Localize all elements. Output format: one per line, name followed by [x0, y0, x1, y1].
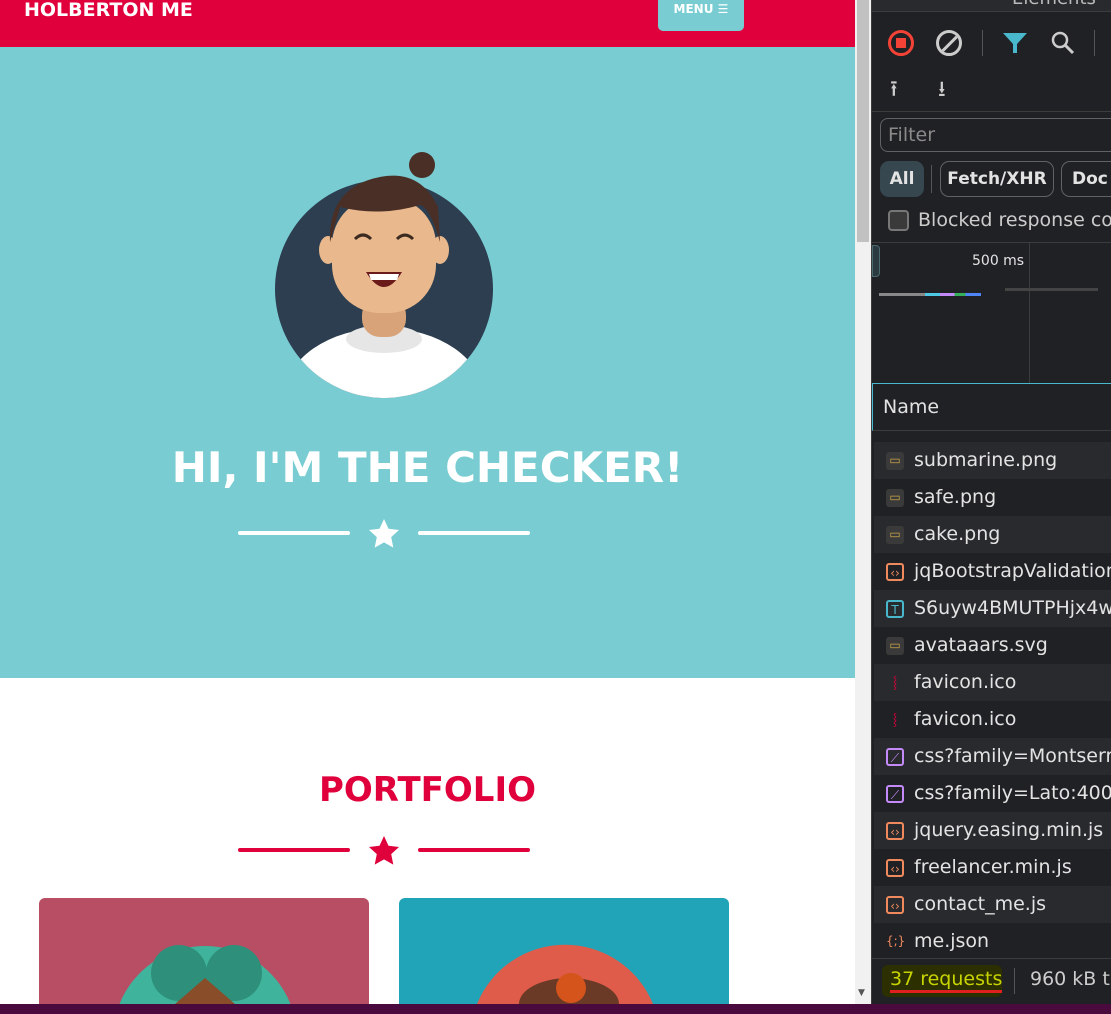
- hero-section: HI, I'M THE CHECKER!: [0, 47, 855, 678]
- request-row[interactable]: ▭ cake.png: [874, 516, 1111, 553]
- portfolio-heading: PORTFOLIO: [318, 770, 536, 810]
- script-icon: ‹›: [886, 859, 904, 877]
- request-row[interactable]: ▭ safe.png: [874, 479, 1111, 516]
- request-name: me.json: [914, 930, 990, 952]
- request-list: ▭ submarine.png ▭ safe.png ▭ cake.png ‹› jqBoot…: [872, 431, 1111, 958]
- request-name: submarine.png: [914, 449, 1058, 471]
- request-row[interactable]: ‹› freelancer.min.js: [874, 849, 1111, 886]
- filter-doc[interactable]: Doc: [1061, 161, 1111, 197]
- filter-icon[interactable]: [1002, 31, 1028, 55]
- portfolio-divider: [238, 835, 530, 865]
- webpage: HOLBERTON ME MENU ☰ HI, I'M THE CHECKER!…: [0, 0, 855, 1004]
- devtools-network-panel: Elements ⭱ ⭳ Filter All Fetch/XHR Doc Bl…: [871, 0, 1111, 1004]
- request-name: favicon.ico: [914, 671, 1017, 693]
- cabin-image: [119, 945, 291, 1004]
- filter-fetch-xhr[interactable]: Fetch/XHR: [940, 161, 1054, 197]
- brand-link[interactable]: HOLBERTON ME: [24, 0, 193, 21]
- filter-all[interactable]: All: [880, 161, 924, 197]
- page-scrollbar[interactable]: ▼: [855, 0, 871, 1004]
- script-icon: ‹›: [886, 896, 904, 914]
- request-name: S6uyw4BMUTPHjx4wX: [914, 597, 1111, 619]
- request-row[interactable]: ▭ submarine.png: [874, 442, 1111, 479]
- favicon-icon: ⸾: [892, 675, 898, 689]
- cake-image: [477, 944, 653, 1004]
- request-row[interactable]: ⸾ favicon.ico: [874, 664, 1111, 701]
- request-row[interactable]: ▭ avataaars.svg: [874, 627, 1111, 664]
- timeline-overview[interactable]: 500 ms: [872, 243, 1111, 383]
- filter-input[interactable]: Filter: [880, 118, 1111, 152]
- hero-divider: [238, 518, 530, 548]
- hamburger-icon: ☰: [717, 2, 729, 16]
- scrollbar-thumb[interactable]: [857, 0, 869, 242]
- tab-elements[interactable]: Elements: [1012, 0, 1096, 9]
- blocked-checkbox[interactable]: [888, 210, 909, 231]
- request-name: cake.png: [914, 523, 1001, 545]
- avatar: [275, 152, 493, 398]
- import-har-icon[interactable]: ⭱: [890, 72, 898, 110]
- menu-button[interactable]: MENU ☰: [658, 0, 744, 31]
- font-icon: T: [886, 600, 904, 618]
- scroll-down-arrow-icon[interactable]: ▼: [858, 988, 865, 998]
- request-name: favicon.ico: [914, 708, 1017, 730]
- request-row[interactable]: ⟋ css?family=Lato:400,7: [874, 775, 1111, 812]
- favicon-icon: ⸾: [892, 712, 898, 726]
- transferred-size: 960 kB tr: [1030, 968, 1111, 990]
- request-name: avataaars.svg: [914, 634, 1048, 656]
- image-icon: ▭: [886, 637, 904, 655]
- search-icon[interactable]: [1050, 30, 1076, 56]
- json-icon: {;}: [886, 934, 906, 948]
- export-har-icon[interactable]: ⭳: [938, 72, 946, 110]
- portfolio-card-cabin[interactable]: [39, 898, 369, 1004]
- blocked-label: Blocked response coo: [918, 209, 1111, 231]
- timeline-label: 500 ms: [972, 253, 1025, 269]
- request-row[interactable]: ‹› jqBootstrapValidation: [874, 553, 1111, 590]
- request-name: safe.png: [914, 486, 997, 508]
- request-row[interactable]: T S6uyw4BMUTPHjx4wX: [874, 590, 1111, 627]
- request-row[interactable]: {;} me.json: [874, 923, 1111, 958]
- navbar: HOLBERTON ME MENU ☰: [0, 0, 855, 47]
- request-name: freelancer.min.js: [914, 856, 1072, 878]
- hero-title: HI, I'M THE CHECKER!: [171, 443, 684, 492]
- request-name: css?family=Lato:400,7: [914, 782, 1111, 804]
- request-row[interactable]: ‹› contact_me.js: [874, 886, 1111, 923]
- star-icon: [369, 836, 399, 865]
- request-row[interactable]: ⟋ css?family=Montserrat: [874, 738, 1111, 775]
- stop-recording-icon[interactable]: [888, 30, 914, 56]
- script-icon: ‹›: [886, 563, 904, 581]
- star-icon: [369, 519, 399, 548]
- request-name: css?family=Montserrat: [914, 745, 1111, 767]
- taskbar: [0, 1004, 1111, 1014]
- column-header-name[interactable]: Name: [872, 383, 1111, 431]
- request-row[interactable]: ‹› jquery.easing.min.js: [874, 812, 1111, 849]
- request-name: jquery.easing.min.js: [914, 819, 1104, 841]
- request-name: jqBootstrapValidation: [914, 560, 1111, 582]
- stylesheet-icon: ⟋: [886, 785, 904, 803]
- devtools-tabbar: Elements: [872, 0, 1111, 12]
- image-icon: ▭: [886, 489, 904, 507]
- request-count: 37 requests: [890, 968, 1003, 993]
- request-row[interactable]: ⸾ favicon.ico: [874, 701, 1111, 738]
- portfolio-card-cake[interactable]: [399, 898, 729, 1004]
- clear-icon[interactable]: [936, 30, 962, 56]
- image-icon: ▭: [886, 452, 904, 470]
- menu-label: MENU: [673, 2, 714, 16]
- image-icon: ▭: [886, 526, 904, 544]
- request-name: contact_me.js: [914, 893, 1047, 915]
- stylesheet-icon: ⟋: [886, 748, 904, 766]
- script-icon: ‹›: [886, 822, 904, 840]
